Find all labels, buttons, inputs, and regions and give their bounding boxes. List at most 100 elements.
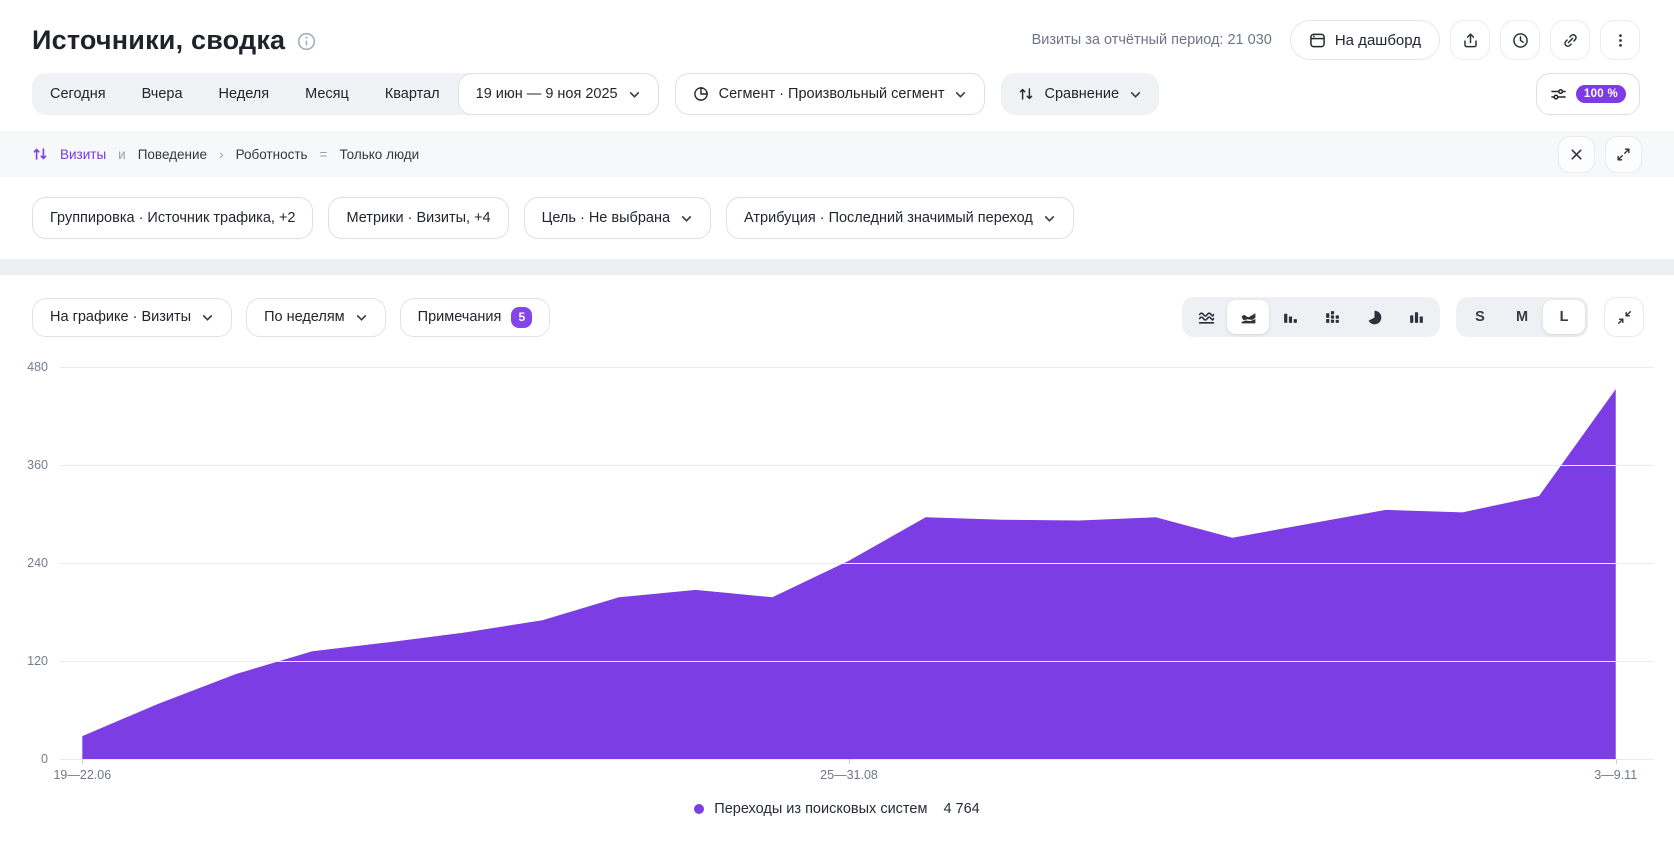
band-equals: = [320, 147, 328, 162]
segment-selector[interactable]: Сегмент · Произвольный сегмент [675, 73, 986, 115]
gridline: 240 [60, 563, 1654, 564]
chart-controls: На графике · Визиты По неделям Примечани… [0, 297, 1674, 337]
dashboard-icon [1309, 32, 1326, 49]
y-axis-label: 120 [0, 654, 48, 668]
area-polygon [82, 389, 1615, 759]
preset-month[interactable]: Месяц [287, 73, 367, 115]
metrics-chip[interactable]: Метрики · Визиты, +4 [328, 197, 508, 239]
add-to-dashboard-button[interactable]: На дашборд [1290, 20, 1440, 60]
compare-arrows-icon [32, 146, 48, 162]
segment-pie-icon [693, 86, 709, 102]
link-icon [1562, 32, 1579, 49]
history-button[interactable] [1500, 20, 1540, 60]
export-button[interactable] [1450, 20, 1490, 60]
preset-yesterday[interactable]: Вчера [124, 73, 201, 115]
chart-type-switcher [1182, 297, 1440, 337]
gridline: 360 [60, 465, 1654, 466]
more-menu-button[interactable] [1600, 20, 1640, 60]
compare-arrows-icon [1018, 86, 1034, 102]
chart-legend[interactable]: Переходы из поисковых систем 4 764 [0, 801, 1674, 817]
plot-area[interactable]: 4803602401200 [0, 367, 1654, 759]
y-axis-label: 360 [0, 458, 48, 472]
size-medium[interactable]: M [1501, 300, 1543, 334]
size-large[interactable]: L [1543, 300, 1585, 334]
x-axis-tick [82, 759, 83, 764]
header: Источники, сводка Визиты за отчётный пер… [0, 0, 1674, 60]
band-filter-item[interactable]: Роботность [236, 147, 308, 162]
comparison-selector[interactable]: Сравнение [1001, 73, 1159, 115]
size-small[interactable]: S [1459, 300, 1501, 334]
legend-label: Переходы из поисковых систем [714, 801, 927, 817]
chevron-down-icon [680, 212, 693, 225]
chevron-down-icon [954, 88, 967, 101]
legend-value: 4 764 [943, 801, 979, 817]
chart-type-bars[interactable] [1269, 300, 1311, 334]
page-title: Источники, сводка [32, 25, 285, 56]
chart-type-columns[interactable] [1395, 300, 1437, 334]
copy-link-button[interactable] [1550, 20, 1590, 60]
notes-count-badge: 5 [511, 307, 532, 328]
band-conjunction: и [118, 147, 126, 162]
x-axis-label: 3—9.11 [1594, 768, 1637, 782]
remove-filter-button[interactable] [1558, 136, 1595, 173]
notes-button[interactable]: Примечания 5 [400, 298, 551, 337]
y-axis-label: 0 [0, 752, 48, 766]
chart-type-lines[interactable] [1185, 300, 1227, 334]
x-axis-tick [1616, 759, 1617, 764]
period-grouping-selector[interactable]: По неделям [246, 298, 386, 337]
period-presets: Сегодня Вчера Неделя Месяц Квартал 19 ию… [32, 73, 659, 115]
band-separator: › [219, 147, 224, 162]
preset-today[interactable]: Сегодня [32, 73, 124, 115]
gridline: 120 [60, 661, 1654, 662]
legend-dot [694, 804, 704, 814]
chart-type-stacked[interactable] [1311, 300, 1353, 334]
attribution-chip[interactable]: Атрибуция · Последний значимый переход [726, 197, 1074, 239]
chart-type-pie[interactable] [1353, 300, 1395, 334]
x-axis-label: 25—31.08 [820, 768, 878, 782]
stacked-bar-icon [1324, 309, 1341, 326]
y-axis-label: 240 [0, 556, 48, 570]
report-settings-chips: Группировка · Источник трафика, +2 Метри… [0, 177, 1674, 259]
band-filter-group[interactable]: Поведение [138, 147, 207, 162]
x-axis-tick [849, 759, 850, 764]
preset-week[interactable]: Неделя [201, 73, 288, 115]
metric-filter-band: Визиты и Поведение › Роботность = Только… [0, 131, 1674, 177]
clock-icon [1512, 32, 1529, 49]
chevron-down-icon [355, 311, 368, 324]
metrica-report-page: Источники, сводка Визиты за отчётный пер… [0, 0, 1674, 861]
info-icon[interactable] [297, 32, 316, 51]
chevron-down-icon [201, 311, 214, 324]
expand-icon [1616, 147, 1631, 162]
area-chart-icon [1240, 309, 1257, 326]
column-chart-icon [1408, 309, 1425, 326]
band-metric-visits[interactable]: Визиты [60, 147, 106, 162]
export-icon [1462, 32, 1479, 49]
kebab-icon [1612, 32, 1629, 49]
period-toolbar: Сегодня Вчера Неделя Месяц Квартал 19 ию… [0, 73, 1674, 115]
grouping-chip[interactable]: Группировка · Источник трафика, +2 [32, 197, 313, 239]
chevron-down-icon [1043, 212, 1056, 225]
preset-quarter[interactable]: Квартал [367, 73, 458, 115]
chart-card: На графике · Визиты По неделям Примечани… [0, 275, 1674, 817]
chart-type-areas[interactable] [1227, 300, 1269, 334]
goal-chip[interactable]: Цель · Не выбрана [524, 197, 711, 239]
y-axis-label: 480 [0, 360, 48, 374]
chevron-down-icon [628, 88, 641, 101]
on-chart-selector[interactable]: На графике · Визиты [32, 298, 232, 337]
chart-size-switcher: S M L [1456, 297, 1588, 337]
line-chart-icon [1198, 309, 1215, 326]
expand-button[interactable] [1605, 136, 1642, 173]
sampling-settings-button[interactable]: 100 % [1536, 73, 1640, 115]
pie-chart-icon [1366, 309, 1383, 326]
chevron-down-icon [1129, 88, 1142, 101]
date-range-picker[interactable]: 19 июн — 9 ноя 2025 [458, 73, 659, 115]
sampling-badge: 100 % [1576, 85, 1626, 103]
band-filter-value[interactable]: Только люди [339, 147, 419, 162]
collapse-chart-button[interactable] [1604, 297, 1644, 337]
x-axis-label: 19—22.06 [53, 768, 111, 782]
gridline: 480 [60, 367, 1654, 368]
bar-chart-icon [1282, 309, 1299, 326]
visits-period-summary: Визиты за отчётный период: 21 030 [1032, 32, 1272, 48]
close-icon [1569, 147, 1584, 162]
x-axis: 19—22.0625—31.083—9.11 [60, 759, 1654, 787]
